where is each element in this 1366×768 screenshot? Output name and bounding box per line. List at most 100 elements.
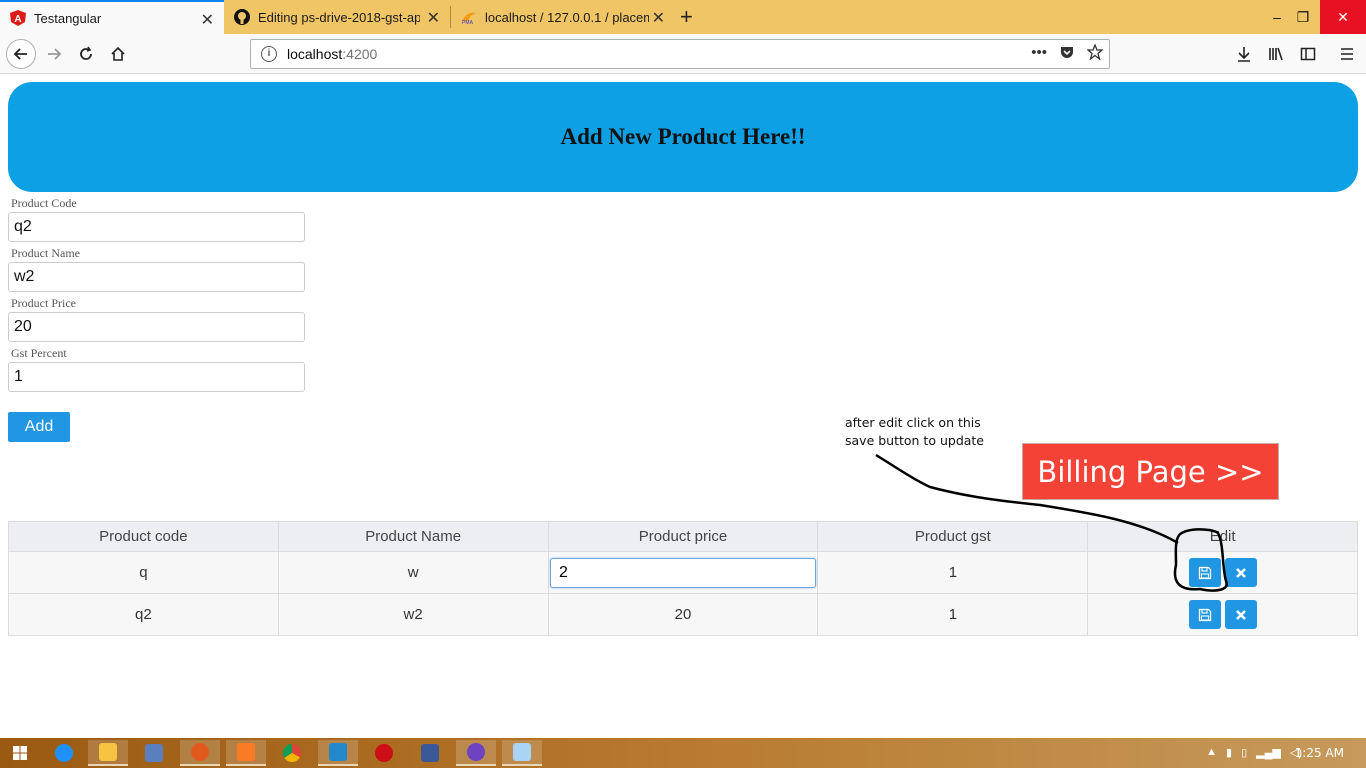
battery-icon[interactable]: ▯ xyxy=(1241,746,1247,759)
home-button[interactable] xyxy=(104,40,132,68)
phpmyadmin-icon: PMA xyxy=(462,12,476,25)
folder-icon xyxy=(99,743,117,761)
github-icon xyxy=(234,9,250,25)
window-close-button[interactable]: ✕ xyxy=(1320,0,1366,34)
windows-taskbar: ▲ ▮ ▯ ▂▄▆ ◁) 1:25 AM xyxy=(0,738,1366,768)
sidebar-icon xyxy=(1300,47,1316,61)
download-icon xyxy=(1238,47,1250,62)
annotation-note: after edit click on this save button to … xyxy=(845,414,1015,450)
close-tab-icon[interactable]: ✕ xyxy=(652,8,665,28)
cancel-button[interactable] xyxy=(1224,558,1257,587)
tab-label: localhost / 127.0.0.1 / placemen xyxy=(485,9,649,25)
cell-product-code: q xyxy=(8,551,279,594)
menu-button[interactable] xyxy=(1333,40,1361,68)
new-tab-button[interactable]: + xyxy=(680,4,693,30)
taskbar-app[interactable] xyxy=(456,740,496,766)
arrow-right-icon xyxy=(48,48,62,60)
header-product-gst: Product gst xyxy=(817,521,1089,552)
header-edit: Edit xyxy=(1087,521,1358,552)
product-price-input[interactable] xyxy=(8,312,305,342)
taskbar-chrome[interactable] xyxy=(272,740,312,766)
save-button[interactable] xyxy=(1188,558,1221,587)
taskbar-firefox[interactable] xyxy=(180,740,220,766)
cancel-button[interactable] xyxy=(1224,600,1257,629)
page-actions-icon[interactable]: ••• xyxy=(1031,44,1047,61)
tab-phpmyadmin[interactable]: PMA localhost / 127.0.0.1 / placemen ✕ xyxy=(451,0,675,34)
gst-percent-label: Gst Percent xyxy=(11,346,67,360)
save-icon xyxy=(1198,566,1211,579)
facebook-icon xyxy=(421,744,439,762)
add-button[interactable]: Add xyxy=(8,412,70,442)
table-row: q w 1 xyxy=(8,551,1358,594)
cell-product-name: w xyxy=(277,551,549,594)
firefox-icon xyxy=(191,743,209,761)
svg-text:PMA: PMA xyxy=(462,20,474,25)
chevron-up-icon[interactable]: ▲ xyxy=(1206,746,1217,759)
save-button[interactable] xyxy=(1188,600,1221,629)
url-bar[interactable]: i localhost:4200 ••• xyxy=(250,39,1110,69)
back-button[interactable] xyxy=(6,39,36,69)
home-icon xyxy=(111,46,125,61)
signal-icon[interactable]: ▂▄▆ xyxy=(1256,746,1281,759)
angular-icon: A xyxy=(10,10,26,26)
product-code-input[interactable] xyxy=(8,212,305,242)
cell-product-price: 20 xyxy=(547,593,819,636)
header-product-code: Product code xyxy=(8,521,279,552)
table-row: q2 w2 20 1 xyxy=(8,593,1358,636)
tab-label: Editing ps-drive-2018-gst-app/ xyxy=(258,9,420,25)
taskbar-virtualbox[interactable] xyxy=(134,740,174,766)
arrow-left-icon xyxy=(13,48,27,60)
taskbar-ie[interactable] xyxy=(44,740,84,766)
billing-page-button[interactable]: Billing Page >> xyxy=(1022,443,1279,500)
taskbar-facebook[interactable] xyxy=(410,740,450,766)
taskbar-xampp[interactable] xyxy=(226,740,266,766)
sidebar-button[interactable] xyxy=(1294,40,1322,68)
taskbar-clock[interactable]: 1:25 AM xyxy=(1295,746,1344,760)
start-button[interactable] xyxy=(0,740,40,766)
products-table: Product code Product Name Product price … xyxy=(8,521,1358,636)
product-name-input[interactable] xyxy=(8,262,305,292)
taskbar-explorer[interactable] xyxy=(88,740,128,766)
cell-actions xyxy=(1087,551,1358,594)
taskbar-notepad[interactable] xyxy=(502,740,542,766)
header-product-name: Product Name xyxy=(277,521,549,552)
cell-product-price-edit xyxy=(547,551,819,594)
app-icon xyxy=(467,743,485,761)
forward-button[interactable] xyxy=(40,40,68,68)
virtualbox-icon xyxy=(145,744,163,762)
library-icon xyxy=(1269,47,1283,61)
close-tab-icon[interactable]: ✕ xyxy=(427,8,440,28)
taskbar-vscode[interactable] xyxy=(318,740,358,766)
annotation-line: save button to update xyxy=(845,433,985,448)
gst-percent-input[interactable] xyxy=(8,362,305,392)
library-button[interactable] xyxy=(1262,40,1290,68)
site-info-icon[interactable]: i xyxy=(261,46,277,62)
product-price-label: Product Price xyxy=(11,296,76,310)
chrome-icon xyxy=(283,744,301,762)
internet-explorer-icon xyxy=(55,744,73,762)
url-host: localhost xyxy=(287,46,343,62)
price-edit-input[interactable] xyxy=(549,557,816,588)
vscode-icon xyxy=(329,743,347,761)
hamburger-icon xyxy=(1341,48,1353,60)
opera-icon xyxy=(375,744,393,762)
taskbar-opera[interactable] xyxy=(364,740,404,766)
bookmark-star-icon[interactable] xyxy=(1087,44,1103,60)
notepad-icon xyxy=(513,743,531,761)
xampp-icon xyxy=(237,743,255,761)
cell-product-gst: 1 xyxy=(817,593,1089,636)
cell-actions xyxy=(1087,593,1358,636)
pocket-icon[interactable] xyxy=(1059,44,1075,60)
cell-product-name: w2 xyxy=(277,593,549,636)
product-name-label: Product Name xyxy=(11,246,80,260)
downloads-button[interactable] xyxy=(1230,40,1258,68)
browser-tab-bar: A Testangular ✕ Editing ps-drive-2018-gs… xyxy=(0,0,1366,34)
close-tab-icon[interactable]: ✕ xyxy=(201,10,214,30)
reload-button[interactable] xyxy=(72,40,100,68)
cell-product-code: q2 xyxy=(8,593,279,636)
tab-github-editing[interactable]: Editing ps-drive-2018-gst-app/ ✕ xyxy=(224,0,450,34)
tab-testangular[interactable]: A Testangular ✕ xyxy=(0,0,224,34)
system-tray: ▲ ▮ ▯ ▂▄▆ ◁) xyxy=(1206,746,1302,759)
network-icon[interactable]: ▮ xyxy=(1226,746,1232,759)
annotation-line: after edit click on this xyxy=(845,415,981,430)
